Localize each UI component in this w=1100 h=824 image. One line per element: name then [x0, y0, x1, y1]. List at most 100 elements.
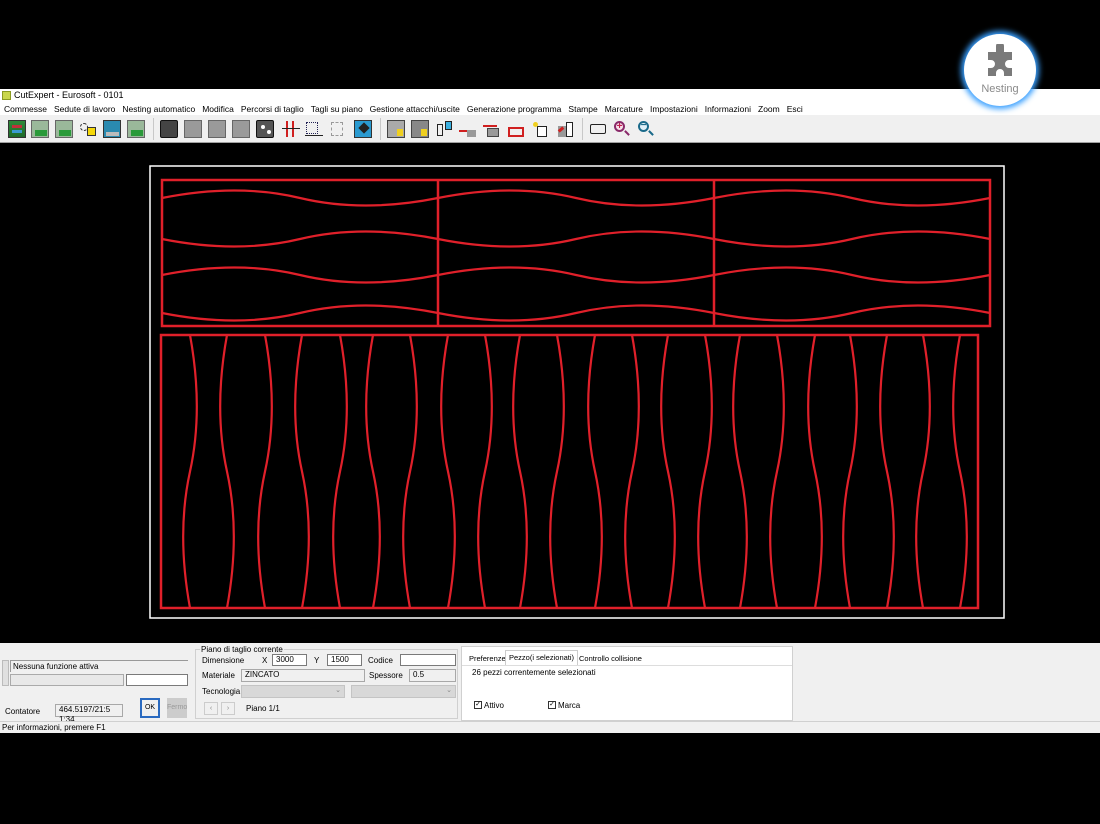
code-input[interactable] [400, 654, 456, 666]
nesting-drawing[interactable] [0, 143, 1100, 643]
lead-in-icon[interactable] [435, 120, 453, 138]
tab-preferenze[interactable]: Preferenze [466, 652, 509, 665]
menu-zoom[interactable]: Zoom [758, 104, 780, 114]
vertical-strip-part[interactable] [732, 334, 748, 609]
menu-percorsi-di-taglio[interactable]: Percorsi di taglio [241, 104, 304, 114]
wavy-strip-part[interactable] [713, 189, 991, 207]
grid-move-icon[interactable] [305, 120, 323, 138]
menu-nesting-automatico[interactable]: Nesting automatico [122, 104, 195, 114]
wavy-strip-part[interactable] [161, 230, 439, 248]
vertical-strip-part[interactable] [365, 334, 381, 609]
collision-icon[interactable] [507, 120, 525, 138]
part-cut-icon[interactable] [184, 120, 202, 138]
vertical-strip-part[interactable] [769, 334, 785, 609]
menu-impostazioni[interactable]: Impostazioni [650, 104, 698, 114]
tab-controllo-collisione[interactable]: Controllo collisione [576, 652, 645, 665]
wavy-strip-part[interactable] [713, 230, 991, 248]
vertical-strip-part[interactable] [807, 334, 823, 609]
path-start-icon[interactable] [459, 120, 477, 138]
vertical-strip-part[interactable] [549, 334, 565, 609]
zoom-in-icon[interactable]: + [613, 120, 631, 138]
cut-lines-icon[interactable] [282, 120, 300, 138]
zoom-window-icon[interactable] [589, 120, 607, 138]
cut-order-icon[interactable] [483, 120, 501, 138]
part-outline-icon[interactable] [160, 120, 178, 138]
parts-group-bottom [159, 333, 980, 610]
part-mark-icon[interactable] [232, 120, 250, 138]
new-part-icon[interactable] [532, 120, 550, 138]
nesting-canvas[interactable] [0, 143, 1100, 643]
wavy-strip-part[interactable] [437, 266, 715, 284]
delete-part-icon[interactable] [556, 120, 574, 138]
menu-stampe[interactable]: Stampe [568, 104, 597, 114]
counter-value: 464.5197/21:5 1:34 [55, 704, 123, 724]
title-bar: CutExpert - Eurosoft - 0101 [0, 89, 1100, 102]
sheet-info-icon[interactable] [387, 120, 405, 138]
vertical-strip-part[interactable] [332, 334, 348, 609]
select-array-icon[interactable] [330, 120, 348, 138]
vertical-strip-part[interactable] [182, 334, 198, 609]
wavy-strip-part[interactable] [161, 304, 439, 322]
wavy-strip-part[interactable] [437, 230, 715, 248]
vertical-strip-part[interactable] [477, 334, 493, 609]
technology-secondary-select[interactable]: ⌄ [351, 685, 456, 698]
prev-plan-button[interactable]: ‹ [204, 702, 218, 715]
vertical-strip-part[interactable] [294, 334, 310, 609]
wavy-strip-part[interactable] [713, 304, 991, 322]
wavy-strip-part[interactable] [161, 189, 439, 207]
database-icon[interactable] [8, 120, 26, 138]
vertical-strip-part[interactable] [624, 334, 640, 609]
wavy-strip-part[interactable] [437, 304, 715, 322]
command-input[interactable] [126, 674, 188, 686]
vertical-strip-part[interactable] [512, 334, 528, 609]
menu-tagli-su-piano[interactable]: Tagli su piano [311, 104, 363, 114]
menu-commesse[interactable]: Commesse [4, 104, 47, 114]
menu-gestione-attacchi[interactable]: Gestione attacchi/uscite [370, 104, 460, 114]
message-box: Nessuna funzione attiva [10, 660, 188, 672]
vertical-strip-part[interactable] [842, 334, 858, 609]
stop-button[interactable]: Fermo [167, 698, 187, 718]
part-edit-icon[interactable] [208, 120, 226, 138]
wavy-strip-part[interactable] [437, 189, 715, 207]
menu-marcature[interactable]: Marcature [605, 104, 643, 114]
print-sheet-icon[interactable] [103, 120, 121, 138]
vertical-strip-part[interactable] [660, 334, 676, 609]
sheet-open-icon[interactable] [31, 120, 49, 138]
parts-list-icon[interactable] [79, 120, 97, 138]
part-holes-icon[interactable] [256, 120, 274, 138]
sheet-save-icon[interactable] [127, 120, 145, 138]
vertical-strip-part[interactable] [440, 334, 456, 609]
wavy-strip-part[interactable] [713, 266, 991, 284]
technology-select[interactable]: ⌄ [241, 685, 345, 698]
machine-info-icon[interactable] [411, 120, 429, 138]
zoom-out-icon[interactable]: − [637, 120, 655, 138]
y-dimension-input[interactable]: 1500 [327, 654, 362, 666]
vertical-strip-part[interactable] [915, 334, 931, 609]
tab-pezzi-selezionati[interactable]: Pezzo(i selezionati) [505, 650, 579, 666]
menu-generazione-programma[interactable]: Generazione programma [467, 104, 562, 114]
next-plan-button[interactable]: › [221, 702, 235, 715]
bottom-panel: Nessuna funzione attiva Contatore 464.51… [0, 643, 1100, 724]
attivo-checkbox[interactable]: ✓ [474, 701, 482, 709]
counter-label: Contatore [5, 707, 41, 716]
sheet-edit-icon[interactable] [55, 120, 73, 138]
vertical-strip-part[interactable] [879, 334, 895, 609]
ok-button[interactable]: OK [140, 698, 160, 718]
nesting-badge[interactable]: Nesting [964, 34, 1036, 106]
menu-esci[interactable]: Esci [787, 104, 803, 114]
marca-checkbox[interactable]: ✓ [548, 701, 556, 709]
menu-modifica[interactable]: Modifica [202, 104, 234, 114]
splitter-handle[interactable] [2, 660, 9, 686]
vertical-strip-part[interactable] [952, 334, 968, 609]
vertical-strip-part[interactable] [697, 334, 713, 609]
vertical-strip-part[interactable] [219, 334, 235, 609]
menu-informazioni[interactable]: Informazioni [705, 104, 751, 114]
vertical-strip-part[interactable] [587, 334, 603, 609]
menu-sedute-di-lavoro[interactable]: Sedute di lavoro [54, 104, 115, 114]
edit-tool-icon[interactable] [354, 120, 372, 138]
vertical-strip-part[interactable] [402, 334, 418, 609]
x-dimension-input[interactable]: 3000 [272, 654, 307, 666]
code-label: Codice [368, 656, 393, 665]
wavy-strip-part[interactable] [161, 266, 439, 284]
vertical-strip-part[interactable] [257, 334, 273, 609]
